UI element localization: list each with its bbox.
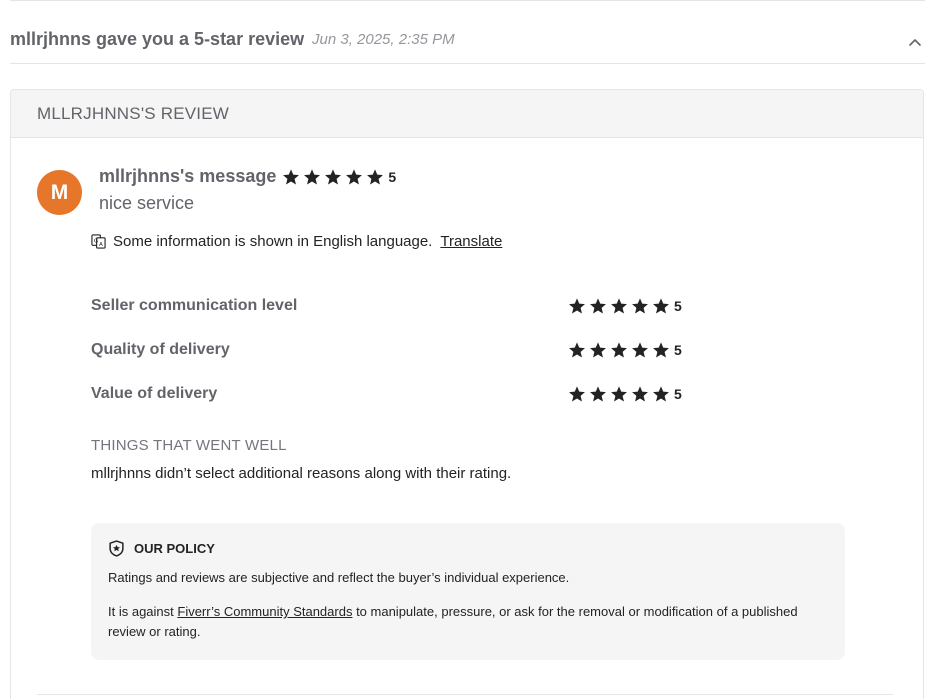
- svg-text:G: G: [94, 238, 98, 244]
- star-icon: [590, 342, 606, 358]
- star-icon: [304, 168, 321, 184]
- community-standards-link[interactable]: Fiverr’s Community Standards: [177, 604, 352, 619]
- star-icon: [653, 386, 669, 402]
- rating-stars: 5: [568, 385, 682, 403]
- star-icon: [611, 342, 627, 358]
- star-icon: [569, 342, 585, 358]
- translate-notice: G A Some information is shown in English…: [91, 233, 502, 250]
- chevron-up-icon[interactable]: [905, 32, 925, 52]
- message-text: nice service: [99, 193, 195, 213]
- translate-icon: G A: [91, 234, 106, 249]
- policy-p2-prefix: It is against: [108, 604, 178, 619]
- policy-title: OUR POLICY: [134, 541, 215, 556]
- notification-title: mllrjhnns gave you a 5-star review: [10, 29, 305, 49]
- rating-value: 5: [674, 342, 682, 358]
- translate-notice-text: Some information is shown in English lan…: [113, 233, 433, 250]
- rating-row-quality: Quality of delivery 5: [91, 339, 691, 363]
- overall-rating-value: 5: [388, 168, 397, 185]
- overall-rating-stars: 5: [282, 168, 396, 186]
- rating-label: Value of delivery: [91, 385, 218, 402]
- policy-paragraph-2: It is against Fiverr’s Community Standar…: [108, 602, 828, 642]
- policy-paragraph-1: Ratings and reviews are subjective and r…: [108, 570, 570, 585]
- rating-stars: 5: [568, 341, 682, 359]
- avatar: M: [37, 170, 82, 215]
- rating-row-value: Value of delivery 5: [91, 383, 691, 407]
- shield-star-icon: [109, 540, 124, 557]
- rating-stars: 5: [568, 297, 682, 315]
- star-icon: [632, 386, 648, 402]
- review-section-title: MLLRJHNNS'S REVIEW: [37, 104, 229, 123]
- notification-date: Jun 3, 2025, 2:35 PM: [312, 31, 455, 48]
- svg-text:A: A: [99, 242, 103, 248]
- star-icon: [611, 386, 627, 402]
- star-icon: [346, 168, 363, 184]
- rating-row-communication: Seller communication level 5: [91, 295, 691, 319]
- star-icon: [569, 298, 585, 314]
- star-icon: [611, 298, 627, 314]
- star-icon: [325, 168, 342, 184]
- star-icon: [367, 168, 384, 184]
- star-icon: [632, 342, 648, 358]
- message-author: mllrjhnns's message: [99, 166, 277, 186]
- rating-value: 5: [674, 298, 682, 314]
- star-icon: [283, 168, 300, 184]
- bottom-divider: [37, 694, 893, 695]
- star-icon: [653, 342, 669, 358]
- star-icon: [632, 298, 648, 314]
- star-icon: [590, 298, 606, 314]
- review-notification-header[interactable]: mllrjhnns gave you a 5-star review Jun 3…: [10, 18, 925, 64]
- policy-box: OUR POLICY Ratings and reviews are subje…: [91, 523, 845, 660]
- star-icon: [569, 386, 585, 402]
- star-icon: [653, 298, 669, 314]
- review-card: MLLRJHNNS'S REVIEW M mllrjhnns's message…: [10, 89, 924, 699]
- translate-link[interactable]: Translate: [440, 233, 502, 250]
- rating-label: Quality of delivery: [91, 341, 230, 358]
- star-icon: [590, 386, 606, 402]
- rating-value: 5: [674, 386, 682, 402]
- went-well-title: THINGS THAT WENT WELL: [91, 437, 287, 454]
- review-card-header: MLLRJHNNS'S REVIEW: [11, 90, 923, 138]
- message-header: mllrjhnns's message 5: [99, 166, 396, 187]
- top-divider: [10, 0, 925, 1]
- rating-label: Seller communication level: [91, 297, 298, 314]
- went-well-text: mllrjhnns didn’t select additional reaso…: [91, 465, 512, 482]
- policy-header: OUR POLICY: [108, 540, 215, 557]
